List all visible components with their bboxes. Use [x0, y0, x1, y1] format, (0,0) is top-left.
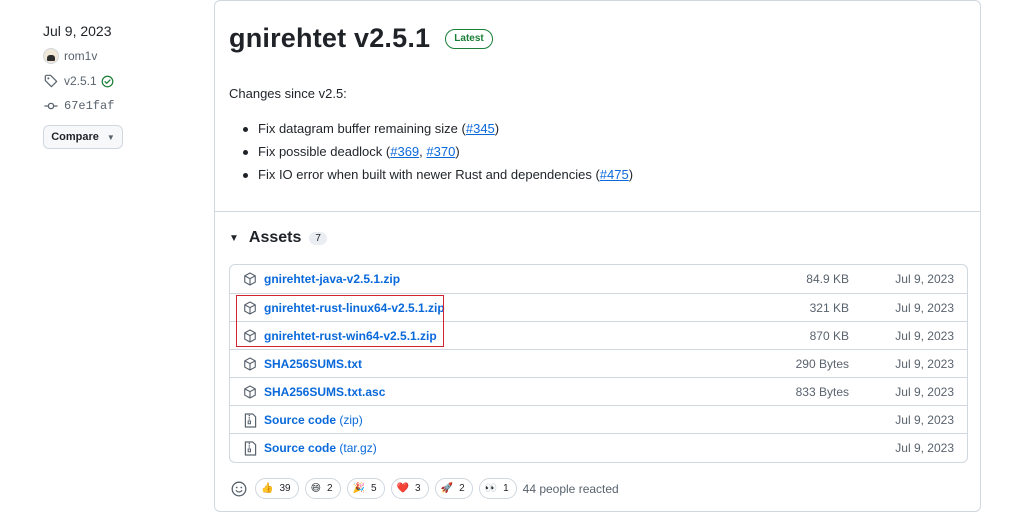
assets-list: gnirehtet-java-v2.5.1.zip 84.9 KB Jul 9,… — [229, 264, 968, 463]
asset-link[interactable]: SHA256SUMS.txt.asc — [264, 385, 385, 399]
tag-name: v2.5.1 — [64, 74, 97, 88]
party-popper-icon: 🎉 — [352, 482, 366, 494]
change-text: Fix IO error when built with newer Rust … — [258, 167, 600, 182]
assets-toggle[interactable]: ▼ Assets 7 — [229, 229, 327, 247]
package-icon — [242, 356, 258, 372]
change-text-end: ) — [628, 167, 634, 182]
asset-link[interactable]: gnirehtet-java-v2.5.1.zip — [264, 272, 400, 286]
changes-list: Fix datagram buffer remaining size (#345… — [229, 120, 969, 189]
change-text: Fix datagram buffer remaining size ( — [258, 121, 466, 136]
smiley-icon[interactable] — [229, 479, 249, 499]
asset-date: Jul 9, 2023 — [895, 272, 954, 286]
asset-size: 290 Bytes — [795, 356, 849, 371]
reactions-bar: 👍 39 😄 2 🎉 5 ❤️ 3 🚀 2 👀 1 44 people reacted — [229, 478, 619, 499]
list-item: Fix possible deadlock (#369, #370) — [229, 143, 969, 166]
asset-link[interactable]: Source code (tar.gz) — [264, 441, 377, 455]
list-item: gnirehtet-rust-win64-v2.5.1.zip 870 KB J… — [230, 321, 967, 349]
list-item: SHA256SUMS.txt.asc 833 Bytes Jul 9, 2023 — [230, 377, 967, 405]
reaction-count: 2 — [327, 483, 333, 494]
release-notes: Changes since v2.5: Fix datagram buffer … — [229, 85, 969, 189]
author-name: rom1v — [64, 49, 98, 63]
asset-date: Jul 9, 2023 — [895, 440, 954, 455]
list-item: Source code (zip) Jul 9, 2023 — [230, 405, 967, 433]
release-header: gnirehtet v2.5.1 Latest — [229, 23, 493, 54]
author-link[interactable]: rom1v — [43, 47, 193, 65]
issue-link[interactable]: #345 — [466, 121, 495, 136]
reaction-count: 5 — [371, 483, 377, 494]
release-title[interactable]: gnirehtet v2.5.1 — [229, 23, 430, 54]
asset-size: 84.9 KB — [806, 272, 849, 286]
changes-intro: Changes since v2.5: — [229, 86, 347, 101]
laugh-icon: 😄 — [310, 482, 322, 494]
list-item: Fix IO error when built with newer Rust … — [229, 166, 969, 189]
file-zip-icon — [242, 412, 258, 428]
latest-badge: Latest — [445, 28, 493, 49]
release-meta: Jul 9, 2023 rom1v v2.5.1 67e1faf Compare… — [43, 22, 193, 149]
thumbs-up-icon: 👍 — [261, 482, 274, 494]
reactions-summary: 44 people reacted — [522, 481, 619, 496]
bullet — [243, 150, 248, 155]
release-card: gnirehtet v2.5.1 Latest Changes since v2… — [214, 0, 981, 512]
check-circle-icon — [100, 73, 116, 89]
reaction-count: 39 — [279, 483, 291, 494]
heart-icon: ❤️ — [396, 482, 410, 494]
change-text-end: ) — [494, 121, 500, 136]
reaction-count: 2 — [459, 483, 465, 494]
package-icon — [242, 300, 258, 316]
change-text-end: ) — [455, 144, 460, 159]
divider — [215, 211, 980, 212]
eyes-icon: 👀 — [484, 482, 498, 494]
list-item: SHA256SUMS.txt 290 Bytes Jul 9, 2023 — [230, 349, 967, 377]
asset-date: Jul 9, 2023 — [895, 300, 954, 315]
commit-sha: 67e1faf — [64, 99, 115, 113]
asset-size: 321 KB — [809, 300, 849, 315]
reaction-eyes[interactable]: 👀 1 — [478, 478, 517, 499]
asset-link[interactable]: SHA256SUMS.txt — [264, 357, 362, 371]
asset-size: 870 KB — [809, 328, 849, 343]
reaction-thumbs-up[interactable]: 👍 39 — [255, 478, 299, 499]
reaction-hooray[interactable]: 🎉 5 — [346, 478, 385, 499]
triangle-down-icon: ▼ — [229, 232, 239, 244]
tag-link[interactable]: v2.5.1 — [43, 72, 193, 90]
reaction-laugh[interactable]: 😄 2 — [304, 478, 341, 499]
compare-label: Compare — [51, 131, 99, 143]
bullet — [243, 127, 248, 132]
triangle-down-icon: ▼ — [106, 132, 115, 142]
asset-date: Jul 9, 2023 — [895, 412, 954, 427]
asset-date: Jul 9, 2023 — [895, 328, 954, 343]
asset-date: Jul 9, 2023 — [895, 384, 954, 399]
issue-link[interactable]: #370 — [426, 144, 455, 159]
reaction-rocket[interactable]: 🚀 2 — [434, 478, 473, 499]
change-text: Fix possible deadlock ( — [258, 144, 391, 159]
avatar — [43, 48, 59, 64]
release-date: Jul 9, 2023 — [43, 23, 112, 39]
asset-link[interactable]: gnirehtet-rust-win64-v2.5.1.zip — [264, 329, 437, 343]
issue-link[interactable]: #475 — [600, 167, 629, 182]
list-item: Source code (tar.gz) Jul 9, 2023 — [230, 433, 967, 461]
package-icon — [242, 384, 258, 400]
asset-link[interactable]: gnirehtet-rust-linux64-v2.5.1.zip — [264, 301, 445, 315]
assets-label: Assets — [248, 229, 302, 246]
list-item: Fix datagram buffer remaining size (#345… — [229, 120, 969, 143]
reaction-count: 1 — [503, 483, 509, 494]
asset-size: 833 Bytes — [795, 384, 849, 399]
compare-button[interactable]: Compare ▼ — [43, 125, 123, 149]
git-commit-icon — [43, 98, 59, 114]
reaction-heart[interactable]: ❤️ 3 — [390, 478, 429, 499]
asset-date: Jul 9, 2023 — [895, 356, 954, 371]
list-item: gnirehtet-java-v2.5.1.zip 84.9 KB Jul 9,… — [230, 265, 967, 293]
reaction-count: 3 — [415, 483, 421, 494]
issue-link[interactable]: #369 — [390, 144, 419, 159]
tag-icon — [43, 73, 59, 89]
file-zip-icon — [242, 440, 258, 456]
commit-link[interactable]: 67e1faf — [43, 97, 193, 115]
package-icon — [242, 271, 258, 287]
bullet — [243, 173, 248, 178]
asset-link[interactable]: Source code (zip) — [264, 413, 363, 427]
list-item: gnirehtet-rust-linux64-v2.5.1.zip 321 KB… — [230, 293, 967, 321]
rocket-icon: 🚀 — [440, 482, 454, 494]
package-icon — [242, 328, 258, 344]
assets-count-badge: 7 — [309, 231, 327, 245]
